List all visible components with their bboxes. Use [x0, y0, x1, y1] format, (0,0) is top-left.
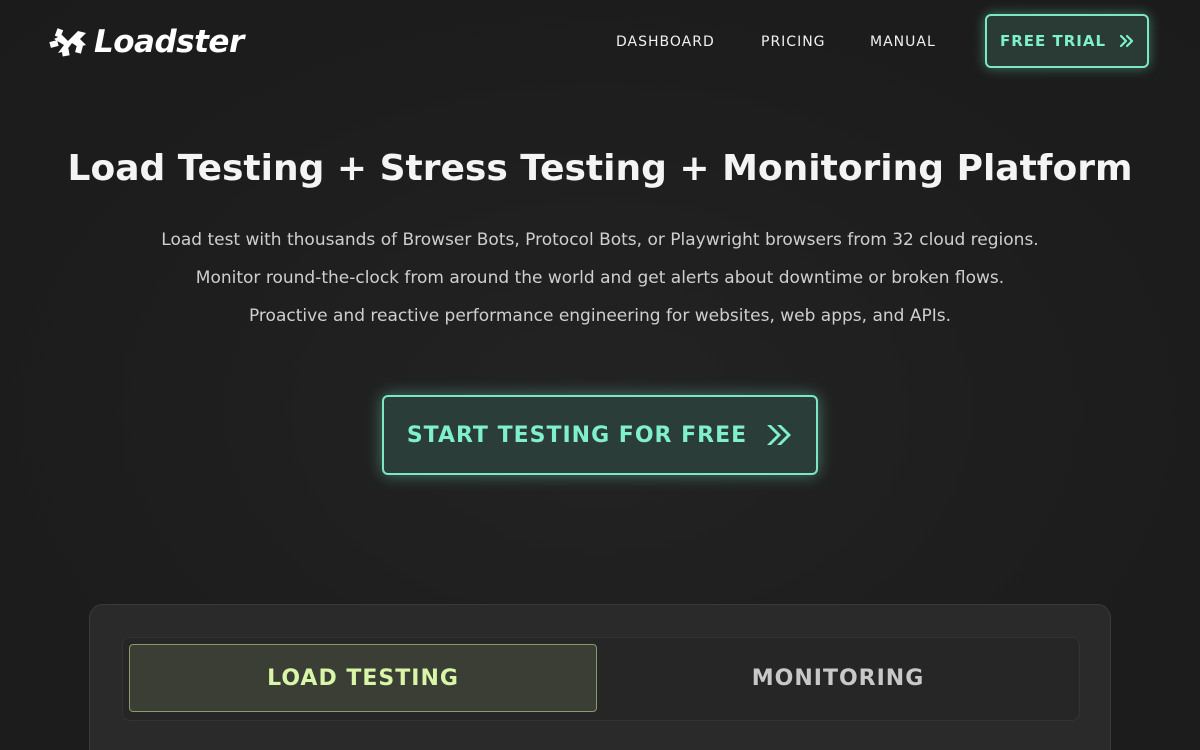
double-chevron-right-icon [767, 425, 792, 445]
hero-subtitle-line: Proactive and reactive performance engin… [248, 306, 952, 326]
page: Loadster DASHBOARD PRICING MANUAL FREE T… [0, 0, 1200, 750]
tab-monitoring[interactable]: MONITORING [603, 644, 1073, 712]
hero-subtitle-line: Monitor round-the-clock from around the … [195, 268, 1005, 288]
free-trial-label: FREE TRIAL [999, 32, 1107, 50]
tab-load-testing[interactable]: LOAD TESTING [129, 644, 597, 712]
start-testing-label: START TESTING FOR FREE [406, 422, 748, 448]
hero-subtitle-line: Load test with thousands of Browser Bots… [161, 230, 1039, 250]
nav-dashboard-link[interactable]: DASHBOARD [616, 33, 715, 51]
feature-tabs: LOAD TESTING MONITORING [122, 637, 1080, 721]
free-trial-button[interactable]: FREE TRIAL [985, 14, 1149, 68]
feature-panel: LOAD TESTING MONITORING [89, 604, 1111, 750]
nav-manual-link[interactable]: MANUAL [870, 33, 936, 51]
start-testing-button[interactable]: START TESTING FOR FREE [382, 395, 818, 475]
main-nav: DASHBOARD PRICING MANUAL FREE TRIAL [0, 0, 1200, 84]
hero-title: Load Testing + Stress Testing + Monitori… [67, 148, 1133, 189]
nav-pricing-link[interactable]: PRICING [761, 33, 826, 51]
site-header: Loadster DASHBOARD PRICING MANUAL FREE T… [0, 0, 1200, 84]
double-chevron-right-icon [1120, 34, 1134, 48]
